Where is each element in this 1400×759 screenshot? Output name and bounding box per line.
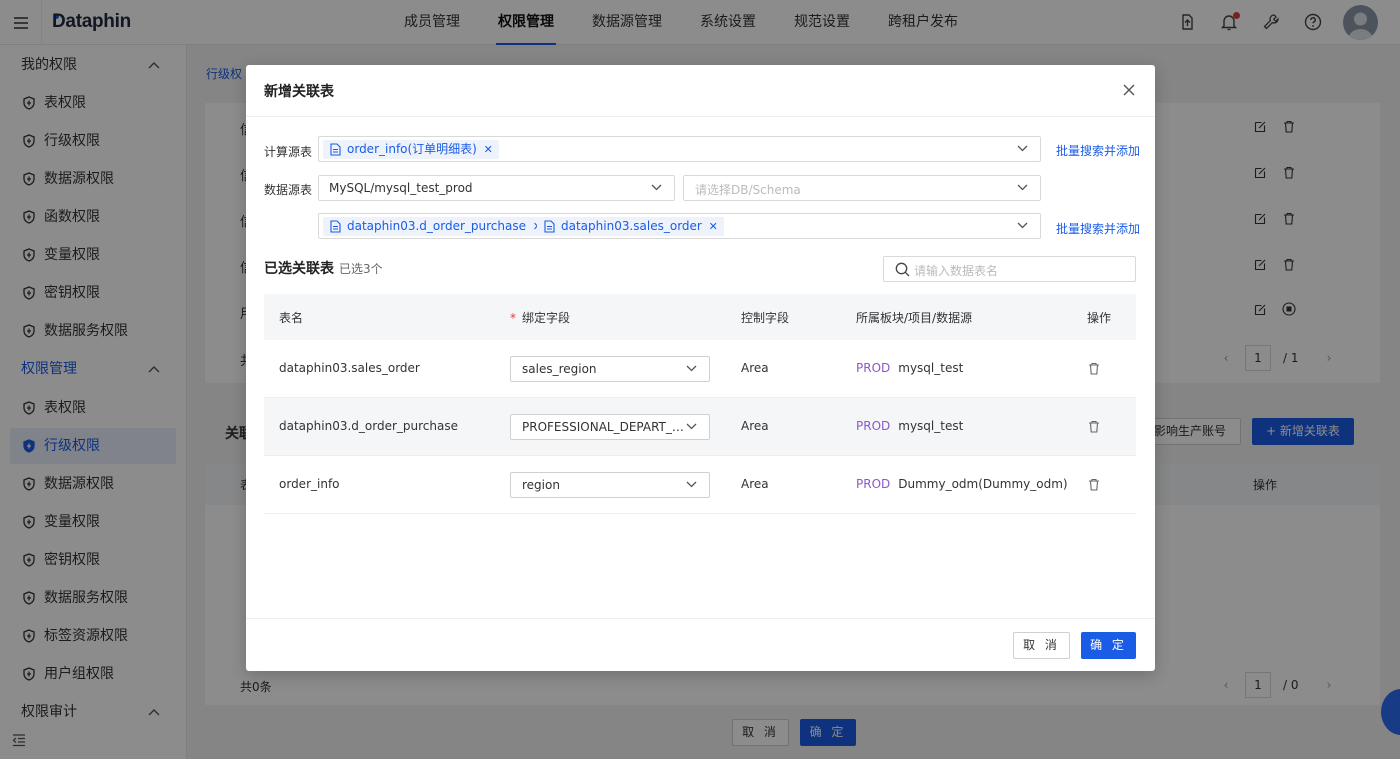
chevron-down-icon <box>651 184 662 191</box>
table-row: dataphin03.sales_order sales_region Area… <box>264 340 1136 398</box>
selected-count: 已选3个 <box>339 262 383 276</box>
selected-tag: order_info(订单明细表) ✕ <box>323 140 499 159</box>
selected-tables-title: 已选关联表 <box>264 261 334 277</box>
cell-belonging: PROD mysql_test <box>856 361 963 375</box>
chevron-down-icon <box>1017 222 1028 229</box>
bind-field-value: region <box>522 478 560 492</box>
batch-search-add-link[interactable]: 批量搜索并添加 <box>1056 220 1140 237</box>
document-icon <box>544 220 555 233</box>
chevron-down-icon <box>686 481 697 488</box>
remove-tag-icon[interactable]: ✕ <box>484 140 493 159</box>
close-icon[interactable] <box>1123 84 1135 96</box>
bind-field-select[interactable]: region <box>510 472 710 498</box>
cell-table-name: order_info <box>279 477 340 491</box>
source-tables-select[interactable]: dataphin03.d_order_purchase ✕ dataphin03… <box>318 213 1041 239</box>
cell-table-name: dataphin03.d_order_purchase <box>279 419 458 433</box>
cell-belonging: PROD mysql_test <box>856 419 963 433</box>
cell-control-field: Area <box>741 361 769 375</box>
compute-source-label: 计算源表 <box>264 145 313 159</box>
env-badge: PROD <box>856 419 891 433</box>
confirm-button[interactable]: 确 定 <box>1081 632 1136 659</box>
bind-field-select[interactable]: sales_region <box>510 356 710 382</box>
source-name: mysql_test <box>898 361 964 375</box>
chevron-down-icon <box>1017 145 1028 152</box>
table-row: dataphin03.d_order_purchase PROFESSIONAL… <box>264 398 1136 456</box>
compute-source-select[interactable]: order_info(订单明细表) ✕ <box>318 136 1041 162</box>
chevron-down-icon <box>1017 184 1028 191</box>
col-bind-field: * 绑定字段 <box>510 309 570 326</box>
document-icon <box>330 220 341 233</box>
batch-search-add-link[interactable]: 批量搜索并添加 <box>1056 142 1140 159</box>
tag-label: dataphin03.d_order_purchase <box>347 219 526 233</box>
schema-placeholder: 请选择DB/Schema <box>695 183 801 197</box>
datasource-label: 数据源表 <box>264 183 313 197</box>
cell-control-field: Area <box>741 477 769 491</box>
search-icon <box>895 262 910 277</box>
document-icon <box>330 143 341 156</box>
selected-tag: dataphin03.sales_order ✕ <box>537 217 724 236</box>
selected-tag: dataphin03.d_order_purchase ✕ <box>323 217 548 236</box>
col-belonging: 所属板块/项目/数据源 <box>856 311 973 325</box>
env-badge: PROD <box>856 477 891 491</box>
table-header: 表名 * 绑定字段 控制字段 所属板块/项目/数据源 操作 <box>264 294 1136 340</box>
datasource-value: MySQL/mysql_test_prod <box>329 181 473 195</box>
chevron-down-icon <box>686 423 697 430</box>
chevron-down-icon <box>686 365 697 372</box>
env-badge: PROD <box>856 361 891 375</box>
delete-icon[interactable] <box>1088 362 1100 375</box>
delete-icon[interactable] <box>1088 478 1100 491</box>
table-row: order_info region Area PROD Dummy_odm(Dum… <box>264 456 1136 514</box>
datasource-select[interactable]: MySQL/mysql_test_prod <box>318 175 675 201</box>
bind-field-select[interactable]: PROFESSIONAL_DEPART_NAME <box>510 414 710 440</box>
required-mark: * <box>510 311 516 325</box>
divider <box>246 116 1155 117</box>
cell-control-field: Area <box>741 419 769 433</box>
col-table-name: 表名 <box>279 311 304 325</box>
source-name: Dummy_odm(Dummy_odm) <box>898 477 1068 491</box>
cell-table-name: dataphin03.sales_order <box>279 361 420 375</box>
cancel-button[interactable]: 取 消 <box>1013 632 1070 659</box>
cell-belonging: PROD Dummy_odm(Dummy_odm) <box>856 477 1068 491</box>
col-bind-field-label: 绑定字段 <box>522 311 571 325</box>
col-actions: 操作 <box>1087 311 1112 325</box>
schema-select[interactable]: 请选择DB/Schema <box>683 175 1041 201</box>
table-search-input[interactable]: 请输入数据表名 <box>883 256 1136 282</box>
delete-icon[interactable] <box>1088 420 1100 433</box>
dialog-title: 新增关联表 <box>264 84 334 100</box>
tag-label: dataphin03.sales_order <box>561 219 702 233</box>
tag-label: order_info(订单明细表) <box>347 142 477 156</box>
add-associated-table-dialog: 新增关联表 计算源表 order_info(订单明细表) ✕ 批量搜索并添加 数… <box>246 65 1155 671</box>
remove-tag-icon[interactable]: ✕ <box>709 217 718 236</box>
bind-field-value: sales_region <box>522 362 597 376</box>
col-control-field: 控制字段 <box>741 311 790 325</box>
bind-field-value: PROFESSIONAL_DEPART_NAME <box>522 420 684 434</box>
search-placeholder: 请输入数据表名 <box>914 264 999 278</box>
source-name: mysql_test <box>898 419 964 433</box>
divider <box>246 618 1155 619</box>
